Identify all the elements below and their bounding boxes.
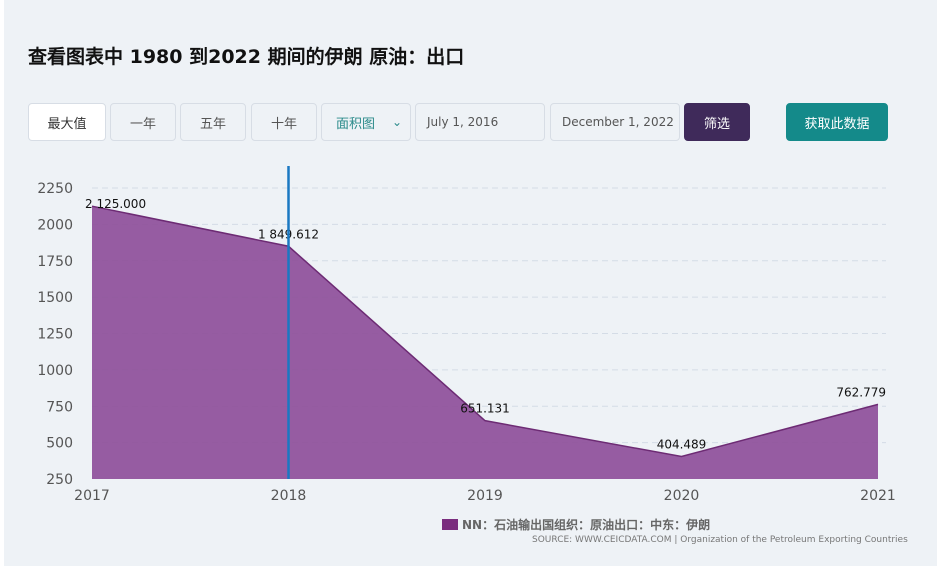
x-tick-label: 2018 [271,488,307,504]
area-series [92,206,878,479]
y-tick-label: 750 [46,399,73,415]
x-tick-label: 2021 [860,488,896,504]
y-tick-label: 500 [46,436,73,452]
y-tick-label: 1750 [37,254,73,270]
data-label: 762.779 [836,385,886,399]
y-tick-label: 2000 [37,217,73,233]
y-tick-label: 250 [46,472,73,488]
data-label: 404.489 [657,438,707,452]
y-tick-label: 1250 [37,327,73,343]
data-label: 651.131 [460,402,510,416]
y-tick-label: 2250 [37,181,73,197]
y-tick-label: 1500 [37,290,73,306]
x-tick-label: 2020 [664,488,700,504]
x-tick-label: 2017 [74,488,110,504]
y-tick-label: 1000 [37,363,73,379]
area-chart: 250 500 750 1000 1250 1500 1750 2000 2250 2017 201… [37,166,896,504]
x-tick-label: 2019 [467,488,503,504]
data-label: 2 125.000 [85,197,146,211]
